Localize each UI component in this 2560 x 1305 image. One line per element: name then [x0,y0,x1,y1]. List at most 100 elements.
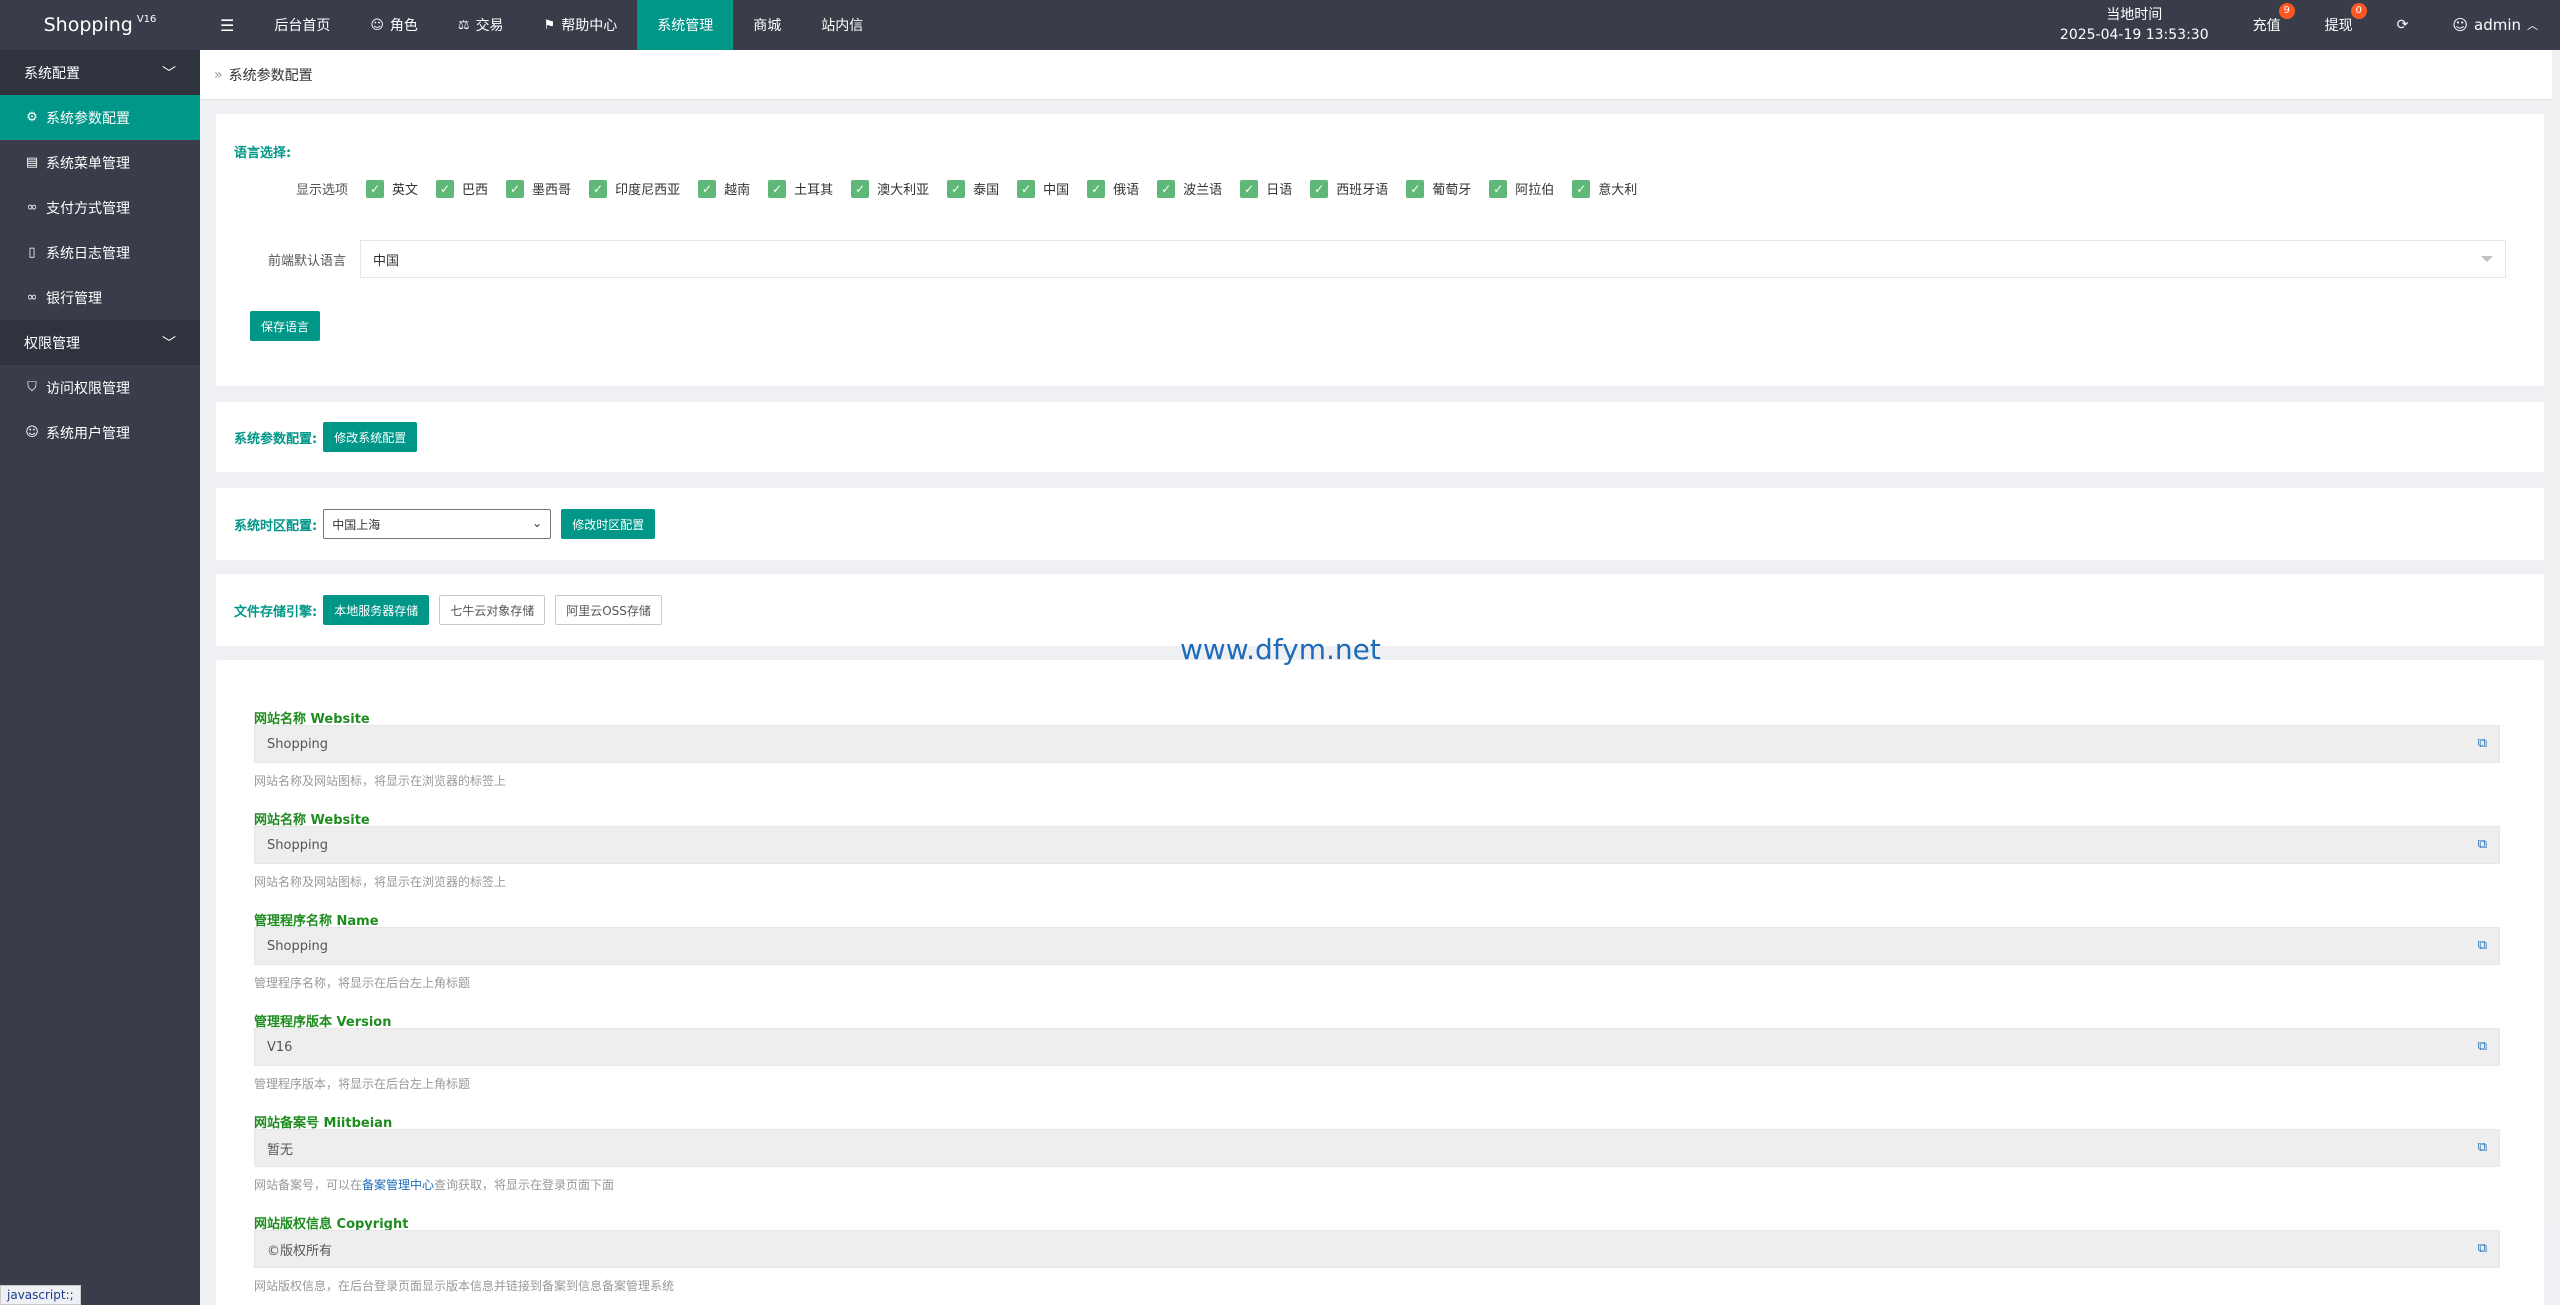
beian-center-link[interactable]: 备案管理中心 [362,1178,434,1192]
withdraw-label: 提现 [2324,18,2353,34]
edit-system-config-button[interactable]: 修改系统配置 [323,422,418,452]
link-icon: ∞ [26,290,38,305]
default-language-value: 中国 [373,253,400,269]
sidebar-group-system-config[interactable]: 系统配置 ﹀ [0,50,200,95]
copy-icon[interactable]: ⧉ [2478,1140,2487,1155]
copyright-input[interactable]: ©版权所有 ⧉ [254,1230,2500,1268]
website-name-input-2[interactable]: Shopping ⧉ [254,826,2500,864]
sidebar-item-system-params[interactable]: ⚙ 系统参数配置 [0,95,200,140]
lang-checkbox[interactable]: ✓ 巴西 [436,179,488,198]
sidebar-group-permission[interactable]: 权限管理 ﹀ [0,320,200,365]
chevron-down-icon: ⌄ [532,516,543,530]
breadcrumb-label: 系统参数配置 [228,67,313,84]
nav-label: 角色 [389,18,418,34]
lang-checkbox[interactable]: ✓ 日语 [1240,179,1292,198]
lang-checkbox[interactable]: ✓ 葡萄牙 [1406,179,1471,198]
field-value: Shopping [267,938,329,954]
lang-checkbox[interactable]: ✓ 俄语 [1087,179,1139,198]
lang-checkbox[interactable]: ✓ 西班牙语 [1310,179,1388,198]
field-help: 网站名称及网站图标，将显示在浏览器的标签上 [254,875,507,889]
clock: 当地时间 2025-04-19 13:53:30 [2038,5,2231,45]
sidebar-item-users[interactable]: ☺ 系统用户管理 [0,410,200,455]
refresh-button[interactable]: ⟳ [2375,0,2431,50]
language-options: 显示选项 ✓ 英文 ✓ 巴西 ✓ 墨西哥 ✓ 印度尼西亚 ✓ 越南 ✓ 土耳其 ✓ 澳大利亚 … [296,179,1655,198]
brand-logo[interactable]: Shopping V16 [0,0,200,50]
default-language-row: 前端默认语言 中国 [216,240,2506,278]
recharge-button[interactable]: 充值 9 [2231,0,2303,50]
sidebar-group-label: 系统配置 [24,65,80,82]
shield-icon: ⛉ [27,380,37,395]
nav-item-help[interactable]: ⚑ 帮助中心 [524,0,638,50]
nav-label: 商城 [753,18,782,34]
lang-checkbox[interactable]: ✓ 澳大利亚 [851,179,929,198]
timezone-row: 系统时区配置: 中国上海 ⌄ 修改时区配置 [234,509,656,539]
sidebar-item-payment[interactable]: ∞ 支付方式管理 [0,185,200,230]
copy-icon[interactable]: ⧉ [2478,736,2487,751]
nav-item-messages[interactable]: 站内信 [801,0,883,50]
lang-label: 泰国 [973,183,1000,198]
lang-label: 日语 [1266,183,1293,198]
field-help: 网站版权信息，在后台登录页面显示版本信息并链接到备案到信息备案管理系统 [254,1279,675,1293]
help-text: 查询获取，将显示在登录页面下面 [434,1178,615,1192]
storage-qiniu-button[interactable]: 七牛云对象存储 [439,595,546,625]
user-menu[interactable]: ☺ admin ︿ [2430,0,2560,50]
copy-icon[interactable]: ⧉ [2478,1039,2487,1054]
refresh-icon: ⟳ [2396,17,2409,33]
lang-label: 越南 [724,183,751,198]
menu-toggle-button[interactable]: ☰ [200,0,254,50]
vertical-scrollbar[interactable] [2552,50,2560,1230]
field-value: Shopping [267,837,329,853]
system-params-row: 系统参数配置: 修改系统配置 [234,422,418,452]
flag-icon: ⚑ [543,17,556,33]
lang-label: 葡萄牙 [1432,183,1472,198]
status-bar: javascript:; [0,1285,81,1305]
storage-local-button[interactable]: 本地服务器存储 [323,595,430,625]
sidebar: 系统配置 ﹀ ⚙ 系统参数配置 ▤ 系统菜单管理 ∞ 支付方式管理 ▯ 系统日志管理 ∞… [0,50,200,1305]
edit-timezone-button[interactable]: 修改时区配置 [561,509,656,539]
sidebar-item-system-log[interactable]: ▯ 系统日志管理 [0,230,200,275]
lang-checkbox[interactable]: ✓ 墨西哥 [506,179,571,198]
app-name-input[interactable]: Shopping ⧉ [254,927,2500,965]
copy-icon[interactable]: ⧉ [2478,837,2487,852]
lang-checkbox[interactable]: ✓ 印度尼西亚 [589,179,680,198]
miitbeian-input[interactable]: 暂无 ⧉ [254,1129,2500,1167]
sidebar-item-system-menu[interactable]: ▤ 系统菜单管理 [0,140,200,185]
lang-checkbox[interactable]: ✓ 中国 [1017,179,1069,198]
nav-item-trade[interactable]: ⚖ 交易 [438,0,524,50]
timezone-select[interactable]: 中国上海 ⌄ [323,509,552,539]
lang-checkbox[interactable]: ✓ 越南 [698,179,750,198]
nav-item-mall[interactable]: 商城 [733,0,801,50]
system-params-label: 系统参数配置: [234,431,318,447]
withdraw-button[interactable]: 提现 0 [2303,0,2375,50]
check-icon: ✓ [1087,179,1106,198]
check-icon: ✓ [947,179,966,198]
sidebar-item-access[interactable]: ⛉ 访问权限管理 [0,365,200,410]
timezone-value: 中国上海 [332,517,381,532]
nav-item-role[interactable]: ☺ 角色 [350,0,438,50]
sidebar-item-label: 系统用户管理 [46,425,130,442]
check-icon: ✓ [589,179,608,198]
sidebar-item-bank[interactable]: ∞ 银行管理 [0,275,200,320]
lang-checkbox[interactable]: ✓ 英文 [366,179,418,198]
lang-checkbox[interactable]: ✓ 阿拉伯 [1489,179,1554,198]
language-panel: 语言选择: 显示选项 ✓ 英文 ✓ 巴西 ✓ 墨西哥 ✓ 印度尼西亚 ✓ 越南 ✓ 土耳其 … [216,114,2544,386]
table-icon: ▤ [25,155,39,170]
save-language-button[interactable]: 保存语言 [250,311,321,341]
nav-item-home[interactable]: 后台首页 [254,0,350,50]
default-language-select[interactable]: 中国 [360,240,2506,278]
copy-icon[interactable]: ⧉ [2478,938,2487,953]
storage-aliyun-button[interactable]: 阿里云OSS存储 [555,595,662,625]
nav-item-system[interactable]: 系统管理 [637,0,734,50]
lang-checkbox[interactable]: ✓ 波兰语 [1157,179,1222,198]
app-version-input[interactable]: V16 ⧉ [254,1028,2500,1066]
lang-checkbox[interactable]: ✓ 意大利 [1572,179,1637,198]
clock-value: 2025-04-19 13:53:30 [2059,27,2209,43]
lang-checkbox[interactable]: ✓ 土耳其 [768,179,833,198]
field-help: 网站备案号，可以在备案管理中心查询获取，将显示在登录页面下面 [254,1176,614,1193]
copy-icon[interactable]: ⧉ [2478,1241,2487,1256]
gear-icon: ⚙ [26,110,38,125]
user-icon: ☺ [25,425,39,440]
lang-checkbox[interactable]: ✓ 泰国 [947,179,999,198]
website-name-input[interactable]: Shopping ⧉ [254,725,2500,763]
check-icon: ✓ [698,179,717,198]
